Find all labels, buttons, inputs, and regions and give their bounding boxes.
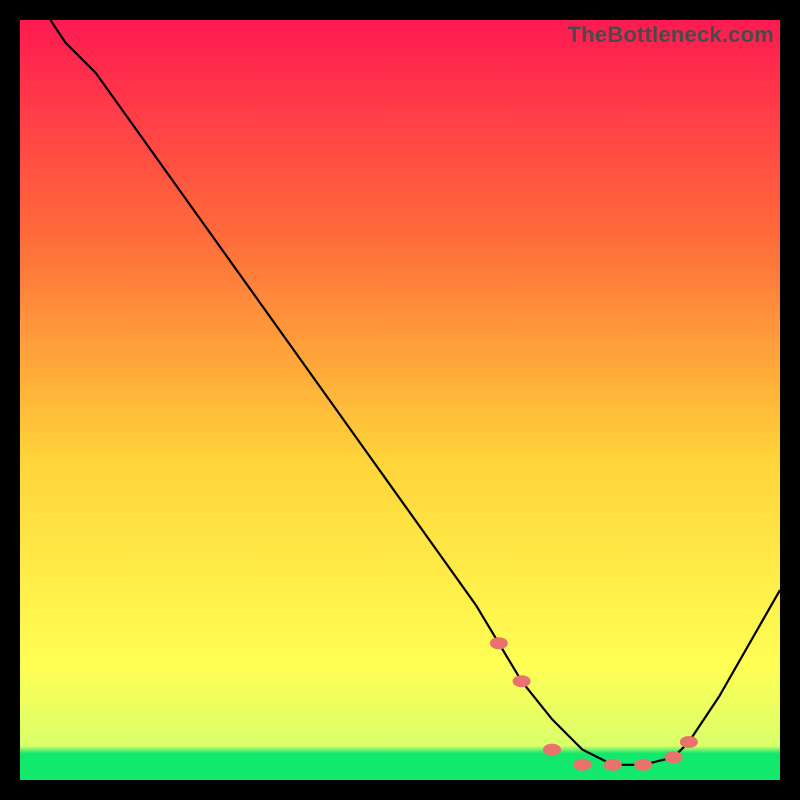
highlight-marker bbox=[490, 637, 508, 649]
highlight-marker bbox=[680, 736, 698, 748]
chart-svg bbox=[20, 20, 780, 780]
highlight-marker bbox=[665, 751, 683, 763]
highlight-marker bbox=[543, 744, 561, 756]
highlight-marker bbox=[604, 759, 622, 771]
highlight-marker bbox=[634, 759, 652, 771]
highlight-marker bbox=[513, 675, 531, 687]
highlight-marker bbox=[573, 759, 591, 771]
plot-background bbox=[20, 20, 780, 780]
chart-frame: TheBottleneck.com bbox=[20, 20, 780, 780]
watermark-text: TheBottleneck.com bbox=[568, 22, 774, 48]
